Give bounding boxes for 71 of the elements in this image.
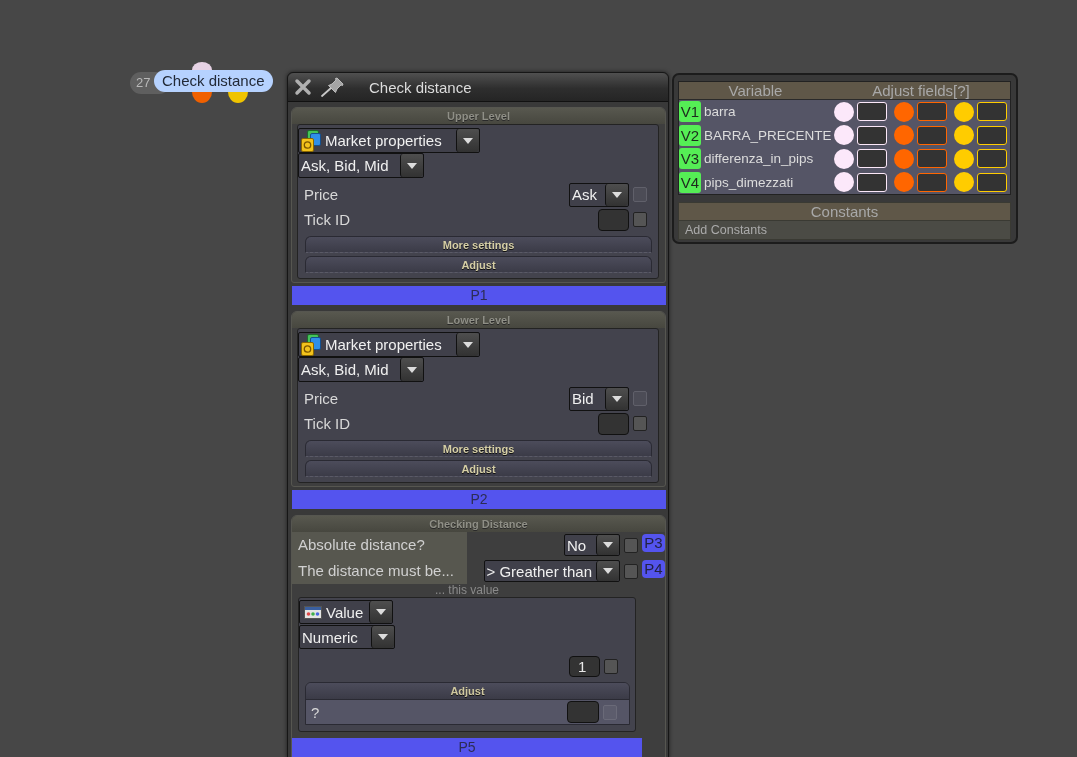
field-label: Price — [304, 390, 340, 407]
checkbox[interactable] — [633, 416, 647, 431]
dropdown[interactable]: > Greather than — [483, 560, 620, 582]
caret-icon — [612, 191, 622, 198]
section-toggle-button[interactable]: More settings — [305, 440, 652, 457]
caret-icon — [407, 162, 417, 169]
dropdown[interactable]: Ask, Bid, Mid — [298, 153, 424, 178]
dropdown[interactable]: Numeric — [299, 625, 395, 649]
parameter-badge: P3 — [642, 534, 665, 552]
dropdown[interactable]: No — [564, 534, 620, 556]
input-field[interactable] — [917, 102, 947, 122]
option-label: The distance must be... — [292, 558, 467, 584]
caret-icon — [376, 609, 386, 615]
variable-badge: V2 — [679, 124, 701, 146]
column-header: Variable — [727, 82, 784, 99]
caret-icon — [603, 568, 613, 574]
column-header: Adjust fields[?] — [871, 82, 971, 99]
input-field[interactable] — [567, 701, 599, 723]
caret-icon — [378, 634, 388, 640]
node-label[interactable]: Check distance — [154, 70, 273, 92]
window-title: Check distance — [369, 78, 472, 96]
close-icon[interactable] — [294, 78, 312, 96]
dropdown[interactable]: Value — [299, 600, 393, 624]
input-field[interactable] — [917, 172, 947, 192]
section-header: Upper Level — [292, 108, 665, 124]
checkbox[interactable] — [604, 658, 618, 674]
variable-name: BARRA_PRECENTE — [704, 127, 833, 143]
caret-icon — [463, 137, 473, 144]
parameter-bar: P5 — [292, 738, 642, 757]
panel-header[interactable]: Adjust — [306, 683, 629, 700]
dropdown[interactable]: Ask, Bid, Mid — [298, 357, 424, 382]
section-header: Lower Level — [292, 312, 665, 328]
input-field[interactable]: 1 — [569, 655, 600, 677]
parameter-badge: P4 — [642, 560, 665, 578]
section-header: Checking Distance — [292, 516, 665, 532]
checkbox[interactable] — [624, 537, 638, 553]
checkbox[interactable] — [633, 212, 647, 227]
parameter-bar: P1 — [292, 286, 666, 305]
variable-badge: V4 — [679, 171, 701, 193]
caret-icon — [603, 542, 613, 548]
field-label: Price — [304, 186, 340, 203]
parameter-bar: P2 — [292, 490, 666, 509]
dropdown[interactable]: Market properties — [298, 128, 480, 153]
pin-icon[interactable] — [320, 76, 346, 98]
variable-name: pips_dimezzati — [704, 174, 795, 190]
input-field[interactable] — [598, 412, 629, 435]
section-toggle-button[interactable]: More settings — [305, 236, 652, 253]
dropdown[interactable]: Market properties — [298, 332, 480, 357]
add-constants-button[interactable]: Add Constants — [678, 221, 1011, 240]
input-field[interactable] — [917, 149, 947, 169]
caret-icon — [612, 395, 622, 402]
caret-icon — [407, 366, 417, 373]
section-toggle-button[interactable]: Adjust — [305, 460, 652, 477]
stacked-tiles-icon — [301, 129, 321, 152]
checkbox[interactable] — [624, 563, 638, 579]
input-field[interactable] — [917, 125, 947, 145]
input-field[interactable] — [598, 208, 629, 231]
section-toggle-button[interactable]: Adjust — [305, 256, 652, 273]
field-label: Tick ID — [304, 415, 352, 432]
caret-icon — [463, 341, 473, 348]
variable-badge: V1 — [679, 101, 701, 123]
option-label: Absolute distance? — [292, 532, 467, 558]
variable-name: barra — [704, 104, 737, 120]
field-label: Tick ID — [304, 211, 352, 228]
variable-name: differenza_in_pips — [704, 151, 815, 167]
caption-text: ... this value — [434, 584, 500, 597]
section-header: Constants — [678, 202, 1011, 221]
window-dots-icon — [304, 605, 322, 619]
variable-badge: V3 — [679, 148, 701, 170]
stacked-tiles-icon — [301, 333, 321, 356]
field-label: ? — [311, 703, 321, 721]
